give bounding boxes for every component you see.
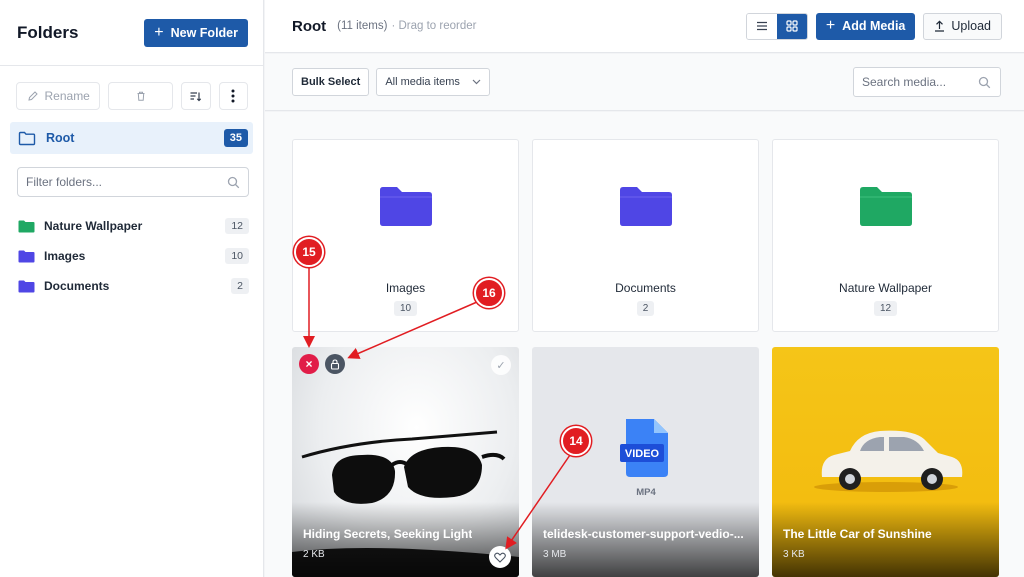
media-card-sunglasses[interactable]: × ✓ Hiding Secrets, Seeking Light 2 KB <box>292 347 519 577</box>
upload-button[interactable]: Upload <box>923 12 1002 40</box>
select-check-icon[interactable]: ✓ <box>491 355 511 375</box>
folder-outline-icon <box>18 131 36 145</box>
sidebar-header: Folders + New Folder <box>0 0 263 66</box>
bulk-select-button[interactable]: Bulk Select <box>292 68 370 96</box>
media-grid: Images 10 Documents 2 Nature Wallpaper 1… <box>265 112 1024 577</box>
filter-placeholder: Filter folders... <box>26 175 103 189</box>
chevron-down-icon <box>472 79 481 85</box>
media-title: Hiding Secrets, Seeking Light <box>303 527 473 541</box>
annotation-marker-16: 16 <box>474 278 504 308</box>
list-icon <box>756 21 767 31</box>
folder-card-nature-wallpaper[interactable]: Nature Wallpaper 12 <box>772 139 999 332</box>
media-title: telidesk-customer-support-vedio-... <box>543 527 744 541</box>
folder-list: Nature Wallpaper 12 Images 10 Documents … <box>0 211 263 301</box>
sidebar-item-root[interactable]: Root 35 <box>10 122 253 154</box>
new-folder-button[interactable]: + New Folder <box>144 18 248 47</box>
media-card-video[interactable]: VIDEO MP4 telidesk-customer-support-vedi… <box>532 347 759 577</box>
folder-card-count: 10 <box>393 301 418 316</box>
folder-name: Documents <box>44 279 110 293</box>
search-media-input[interactable]: Search media... <box>853 67 1001 97</box>
search-icon <box>227 176 240 188</box>
more-vertical-icon <box>231 89 235 103</box>
folders-sidebar: Folders + New Folder Rename Root 35 Filt… <box>0 0 264 577</box>
folder-icon <box>18 220 35 232</box>
new-folder-label: New Folder <box>170 25 238 40</box>
file-extension: MP4 <box>636 487 656 498</box>
plus-icon: + <box>825 17 836 34</box>
sidebar-item-images[interactable]: Images 10 <box>0 241 263 271</box>
drag-hint: · Drag to reorder <box>391 20 477 32</box>
folder-icon <box>619 187 672 226</box>
folder-icon <box>18 280 35 292</box>
sidebar-item-documents[interactable]: Documents 2 <box>0 271 263 301</box>
media-size: 3 MB <box>543 549 567 560</box>
delete-button[interactable] <box>108 82 174 110</box>
folder-card-documents[interactable]: Documents 2 <box>532 139 759 332</box>
folder-card-name: Nature Wallpaper <box>839 281 932 295</box>
media-size: 3 KB <box>783 549 805 560</box>
sort-icon <box>190 91 202 101</box>
search-placeholder: Search media... <box>862 75 947 89</box>
folder-icon <box>18 250 35 262</box>
folder-tools: Rename <box>0 66 263 110</box>
view-toggle <box>745 12 808 40</box>
add-media-label: Add Media <box>842 19 906 33</box>
list-view-button[interactable] <box>746 13 777 39</box>
root-label: Root <box>46 131 75 145</box>
folder-name: Images <box>44 249 86 263</box>
page-title: Root <box>292 17 327 35</box>
folder-count-badge: 10 <box>225 248 249 264</box>
media-filter-select[interactable]: All media items <box>376 68 490 96</box>
item-count: (11 items) <box>337 20 388 32</box>
filter-folders-input[interactable]: Filter folders... <box>17 167 249 197</box>
media-size: 2 KB <box>303 549 325 560</box>
folder-count-badge: 2 <box>231 278 249 294</box>
folder-count-badge: 12 <box>225 218 249 234</box>
grid-icon <box>786 20 798 32</box>
trash-icon <box>137 91 145 101</box>
header-actions: + Add Media Upload <box>745 12 1002 40</box>
lock-icon[interactable] <box>325 354 345 374</box>
rename-button[interactable]: Rename <box>16 82 101 110</box>
folder-icon <box>379 187 432 226</box>
folder-card-count: 12 <box>873 301 898 316</box>
rename-label: Rename <box>44 89 90 103</box>
annotation-marker-15: 15 <box>294 237 324 267</box>
main-header: Root (11 items) · Drag to reorder + Add … <box>265 0 1024 53</box>
folder-card-count: 2 <box>636 301 655 316</box>
video-badge-label: VIDEO <box>624 448 660 460</box>
add-media-button[interactable]: + Add Media <box>815 12 916 40</box>
sidebar-title: Folders <box>17 22 79 42</box>
sort-button[interactable] <box>181 82 211 110</box>
folder-icon <box>859 187 912 226</box>
annotation-marker-14: 14 <box>561 426 591 456</box>
media-card-car[interactable]: The Little Car of Sunshine 3 KB <box>772 347 999 577</box>
search-icon <box>978 76 991 88</box>
upload-icon <box>935 20 945 32</box>
close-icon[interactable]: × <box>299 354 319 374</box>
root-count-badge: 35 <box>223 129 248 147</box>
media-toolbar: Bulk Select All media items Search media… <box>265 54 1024 111</box>
folder-card-name: Documents <box>615 281 676 295</box>
sidebar-item-nature-wallpaper[interactable]: Nature Wallpaper 12 <box>0 211 263 241</box>
grid-view-button[interactable] <box>776 13 807 39</box>
upload-label: Upload <box>951 19 991 33</box>
media-title: The Little Car of Sunshine <box>783 527 932 541</box>
media-filter-value: All media items <box>385 76 460 88</box>
folder-name: Nature Wallpaper <box>44 219 143 233</box>
more-options-button[interactable] <box>218 82 249 110</box>
edit-icon <box>27 91 38 101</box>
plus-icon: + <box>154 23 164 41</box>
favorite-heart-icon[interactable] <box>489 546 511 568</box>
folder-card-name: Images <box>385 281 426 295</box>
